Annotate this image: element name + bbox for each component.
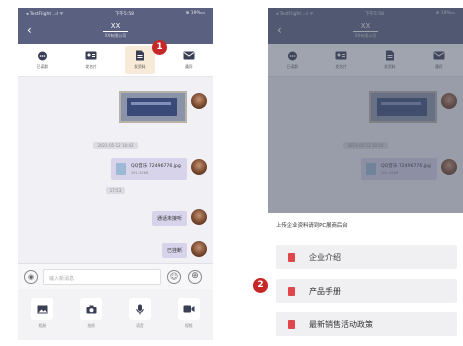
video-icon [177, 298, 200, 320]
tool-label: 发名片 [85, 63, 97, 69]
mail-icon [183, 51, 195, 61]
status-bar: ◂ TestFlight ..ıl ᯤ 下午5:58 ⊕ 19%▭ [18, 8, 213, 19]
clock-text: 下午5:58 [364, 11, 385, 17]
chat-icon [286, 51, 298, 61]
action-label: 语音 [136, 323, 144, 328]
tool-label: 发资料 [134, 63, 146, 69]
microphone-icon [128, 298, 151, 320]
tool-label: 发资料 [384, 63, 396, 69]
action-label: 拍照 [87, 323, 95, 328]
chat-icon [36, 51, 48, 61]
more-icon[interactable]: ⊕ [188, 270, 202, 284]
card-icon [335, 51, 347, 61]
action-album[interactable]: 相册 [31, 298, 54, 340]
message-input[interactable]: 输入新消息 [43, 269, 161, 285]
company-subtitle: XX有限公司 [354, 33, 377, 38]
mail-icon [433, 51, 445, 61]
file-message[interactable]: QQ音乐 72496776.jpg 261.45KB [361, 158, 437, 180]
page-title: XX [18, 22, 213, 32]
message-bubble[interactable]: 已挂断 [161, 243, 187, 258]
step-marker-1: 1 [152, 40, 167, 55]
emoji-icon[interactable]: ☺ [167, 270, 181, 284]
avatar[interactable] [441, 93, 457, 109]
nav-bar: ‹ XX XX有限公司 [18, 19, 213, 44]
voice-toggle-icon[interactable]: ◉ [24, 270, 38, 284]
file-size: 261.45KB [131, 171, 149, 175]
company-subtitle: XX有限公司 [104, 33, 127, 38]
file-message[interactable]: QQ音乐 72496776.jpg 261.45KB [111, 158, 187, 180]
nav-bar: ‹ XX XX有限公司 [268, 19, 463, 44]
message-bubble[interactable]: 通话未接听 [151, 211, 187, 226]
avatar[interactable] [191, 93, 207, 109]
action-label: 相册 [38, 323, 47, 328]
pdf-file-icon [288, 319, 295, 329]
image-file-icon [366, 163, 376, 175]
image-file-icon [116, 163, 126, 175]
option-company-intro[interactable]: 企业介绍 [276, 245, 457, 269]
option-label: 产品手册 [309, 286, 341, 296]
tool-send-material[interactable]: 发资料 [124, 46, 155, 74]
battery-text: ⊕ 19%▭ [185, 11, 205, 16]
avatar[interactable] [191, 209, 207, 225]
tool-label: 已读群 [286, 63, 299, 69]
pdf-file-icon [288, 252, 295, 262]
option-label: 最新销售活动政策 [309, 319, 373, 329]
tool-send-card[interactable]: 发名片 [76, 46, 106, 74]
page-title: XX [268, 22, 463, 32]
chat-area: 2021-05-12 10:42 QQ音乐 72496776.jpg 261.4… [18, 77, 213, 263]
carrier-text: ◂ TestFlight ..ıl ᯤ [26, 11, 64, 17]
action-panel: 相册 拍照 语音 视频 [18, 289, 213, 340]
camera-icon [80, 298, 103, 320]
option-sales-policy[interactable]: 最新销售活动政策 [276, 312, 457, 336]
carrier-text: ◂ TestFlight ..ıl ᯤ [276, 11, 314, 17]
tool-label: 通问 [184, 63, 193, 69]
image-thumbnail [127, 98, 177, 116]
action-camera[interactable]: 拍照 [80, 298, 103, 340]
timestamp: 2021-05-12 10:42 [268, 142, 463, 149]
battery-text: ⊕ 19%▭ [435, 11, 455, 16]
upload-material-sheet: 上传企业资料请到PC展商后台 企业介绍 产品手册 最新销售活动政策 [268, 213, 463, 340]
timestamp: 17:53 [18, 187, 213, 194]
image-message[interactable] [369, 91, 437, 123]
image-message[interactable] [119, 91, 187, 123]
tool-label: 发名片 [335, 63, 347, 69]
card-icon [85, 51, 97, 61]
action-label: 视频 [184, 323, 193, 328]
option-label: 企业介绍 [309, 252, 341, 262]
pdf-file-icon [288, 286, 295, 296]
avatar[interactable] [441, 159, 457, 175]
action-voice[interactable]: 语音 [128, 298, 151, 340]
avatar[interactable] [191, 241, 207, 257]
photo-icon [31, 298, 54, 320]
avatar[interactable] [191, 159, 207, 175]
doc-icon [134, 50, 146, 61]
sheet-title: 上传企业资料请到PC展商后台 [276, 223, 348, 229]
step-marker-2: 2 [253, 278, 268, 293]
timestamp: 2021-05-12 10:42 [18, 142, 213, 149]
tool-label: 通问 [434, 63, 443, 69]
file-name: QQ音乐 72496776.jpg [381, 164, 431, 169]
input-bar: ◉ 输入新消息 ☺ ⊕ [18, 263, 213, 289]
tool-read-group[interactable]: 已读群 [277, 46, 307, 74]
phone-screen-upload-sheet: ◂ TestFlight ..ıl ᯤ 下午5:58 ⊕ 19%▭ ‹ XX X… [268, 8, 463, 340]
image-thumbnail [377, 98, 427, 116]
chat-toolbar: 已读群 发名片 发资料 通问 [268, 44, 463, 77]
tool-inquiry[interactable]: 通问 [174, 46, 204, 74]
clock-text: 下午5:58 [114, 11, 135, 17]
tool-label: 已读群 [36, 63, 49, 69]
tool-read-group[interactable]: 已读群 [27, 46, 57, 74]
file-size: 261.45KB [381, 171, 399, 175]
action-video[interactable]: 视频 [177, 298, 200, 340]
chat-toolbar: 已读群 发名片 发资料 通问 [18, 44, 213, 77]
tool-send-material[interactable]: 发资料 [375, 46, 405, 74]
tool-inquiry[interactable]: 通问 [424, 46, 454, 74]
tool-send-card[interactable]: 发名片 [326, 46, 356, 74]
status-bar: ◂ TestFlight ..ıl ᯤ 下午5:58 ⊕ 19%▭ [268, 8, 463, 19]
option-product-manual[interactable]: 产品手册 [276, 279, 457, 303]
file-name: QQ音乐 72496776.jpg [131, 164, 181, 169]
doc-icon [384, 50, 396, 61]
phone-screen-chat: ◂ TestFlight ..ıl ᯤ 下午5:58 ⊕ 19%▭ ‹ XX X… [18, 8, 213, 340]
